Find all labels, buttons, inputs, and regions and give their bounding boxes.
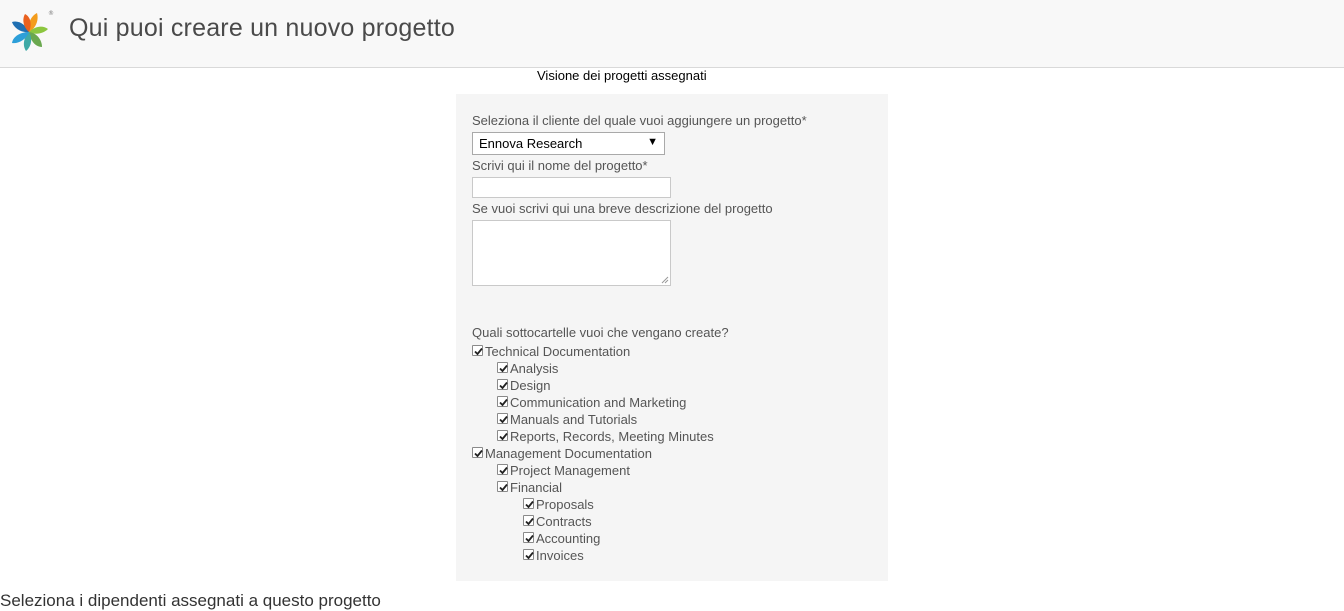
- subfolder-item[interactable]: Reports, Records, Meeting Minutes: [497, 428, 714, 445]
- subfolder-checkbox[interactable]: [497, 378, 508, 390]
- subfolder-item[interactable]: Management Documentation: [472, 445, 652, 462]
- svg-text:®: ®: [48, 10, 54, 17]
- subfolder-label: Accounting: [536, 531, 601, 546]
- subfolder-item[interactable]: Invoices: [523, 547, 584, 564]
- subfolder-checkbox[interactable]: [523, 497, 534, 509]
- app-header: ® Qui puoi creare un nuovo progetto: [0, 0, 1344, 68]
- subfolder-checkbox[interactable]: [497, 480, 508, 492]
- subfolder-item[interactable]: Design: [497, 377, 550, 394]
- alfresco-flower-logo-icon[interactable]: ®: [5, 6, 55, 56]
- subfolder-label: Analysis: [510, 361, 559, 376]
- subfolder-label: Invoices: [536, 548, 584, 563]
- subfolder-item[interactable]: Manuals and Tutorials: [497, 411, 637, 428]
- subfolder-item[interactable]: Accounting: [523, 530, 600, 547]
- subfolder-label: Financial: [510, 480, 563, 495]
- subfolder-item[interactable]: Technical Documentation: [472, 343, 630, 360]
- description-label: Se vuoi scrivi qui una breve descrizione…: [472, 201, 773, 216]
- subfolder-checkbox[interactable]: [523, 514, 534, 526]
- subfolder-label: Design: [510, 378, 551, 393]
- dropdown-arrow-icon: ▼: [647, 136, 658, 148]
- client-select-value: Ennova Research: [479, 136, 583, 151]
- subfolder-checkbox[interactable]: [523, 548, 534, 560]
- subfolder-label: Communication and Marketing: [510, 395, 687, 410]
- subfolder-label: Reports, Records, Meeting Minutes: [510, 429, 714, 444]
- description-textarea[interactable]: [472, 220, 671, 286]
- subfolder-checkbox[interactable]: [472, 344, 483, 356]
- subfolder-item[interactable]: Communication and Marketing: [497, 394, 686, 411]
- page-title: Qui puoi creare un nuovo progetto: [69, 14, 456, 42]
- subfolder-label: Proposals: [536, 497, 594, 512]
- subfolder-checkbox[interactable]: [497, 412, 508, 424]
- subfolder-checkbox[interactable]: [497, 395, 508, 407]
- resize-grip-icon[interactable]: [661, 276, 669, 284]
- subfolder-checkbox[interactable]: [472, 446, 483, 458]
- project-name-label: Scrivi qui il nome del progetto*: [472, 158, 648, 173]
- subfolder-label: Contracts: [536, 514, 592, 529]
- subfolder-label: Management Documentation: [485, 446, 652, 461]
- subfolders-label: Quali sottocartelle vuoi che vengano cre…: [472, 325, 729, 340]
- subfolder-item[interactable]: Analysis: [497, 360, 558, 377]
- subfolder-item[interactable]: Contracts: [523, 513, 592, 530]
- subfolder-item[interactable]: Financial: [497, 479, 562, 496]
- assigned-projects-link[interactable]: Visione dei progetti assegnati: [537, 68, 707, 83]
- client-select[interactable]: Ennova Research ▼: [472, 132, 665, 155]
- subfolder-checkbox[interactable]: [523, 531, 534, 543]
- client-label: Seleziona il cliente del quale vuoi aggi…: [472, 113, 807, 128]
- subfolder-label: Project Management: [510, 463, 630, 478]
- subfolder-item[interactable]: Project Management: [497, 462, 630, 479]
- subfolder-label: Technical Documentation: [485, 344, 631, 359]
- project-name-input[interactable]: [472, 177, 671, 198]
- subfolder-checkbox[interactable]: [497, 361, 508, 373]
- subfolder-item[interactable]: Proposals: [523, 496, 594, 513]
- subfolder-label: Manuals and Tutorials: [510, 412, 638, 427]
- subfolder-checkbox[interactable]: [497, 429, 508, 441]
- subfolder-checkbox[interactable]: [497, 463, 508, 475]
- employees-heading: Seleziona i dipendenti assegnati a quest…: [0, 591, 381, 610]
